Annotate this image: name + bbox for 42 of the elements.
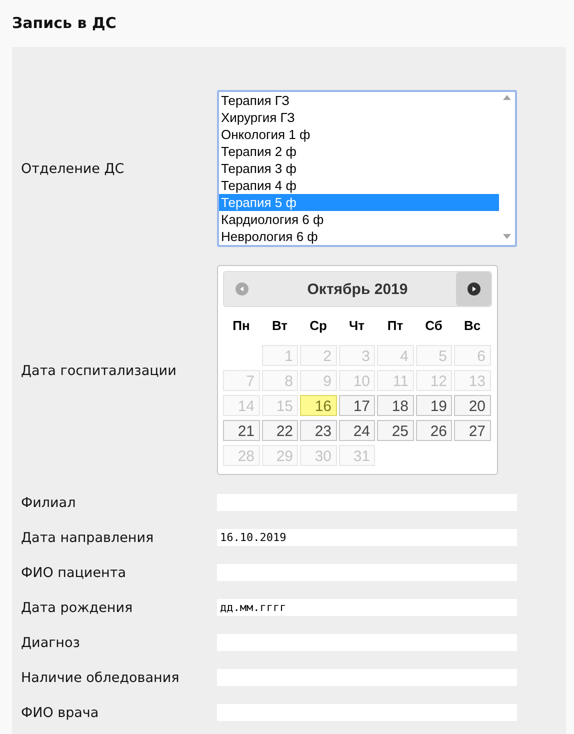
page-title: Запись в ДС [11, 13, 118, 34]
field-label: Дата госпитализации [21, 362, 178, 378]
list-option[interactable]: Терапия 3 ф [219, 160, 499, 177]
calendar-day[interactable]: 19 [416, 395, 452, 416]
field-label: Отделение ДС [21, 160, 126, 176]
list-option[interactable]: Онкология 1 ф [219, 126, 499, 143]
calendar-day[interactable]: 25 [377, 420, 414, 441]
weekday-label: Ср [308, 317, 328, 335]
list-option[interactable]: Терапия 4 ф [219, 177, 499, 194]
next-month-button[interactable] [456, 272, 491, 306]
calendar-day[interactable]: 23 [300, 420, 336, 441]
field-label: Филиал [21, 494, 77, 510]
calendar-day[interactable]: 26 [416, 420, 452, 441]
weekday-label: Пт [386, 317, 404, 335]
list-option[interactable]: Терапия 2 ф [219, 143, 499, 160]
field-label: Дата направления [21, 530, 155, 546]
field-label: Дата рождения [21, 600, 134, 616]
calendar-day[interactable]: 27 [454, 420, 490, 441]
weekday-label: Чт [348, 317, 366, 335]
weekday-label: Вс [462, 317, 482, 335]
field-label: Наличие обледования [21, 670, 180, 686]
calendar-day[interactable]: 21 [223, 420, 260, 441]
month-title: Октябрь 2019 [307, 280, 408, 298]
date-field[interactable]: дд.мм.гггг [217, 599, 517, 616]
date-field[interactable]: 16.10.2019 [217, 529, 517, 546]
field-label: Диагноз [21, 634, 81, 650]
list-option[interactable]: Неврология 6 ф [219, 228, 499, 245]
field-label: ФИО пациента [21, 564, 127, 580]
calendar-day[interactable]: 22 [262, 420, 298, 441]
calendar-day[interactable]: 24 [338, 420, 375, 441]
calendar-day[interactable]: 18 [377, 395, 414, 416]
field-label: ФИО врача [21, 704, 100, 720]
weekday-label: Сб [424, 317, 444, 335]
calendar-day[interactable]: 16 [300, 395, 336, 416]
calendar-day[interactable]: 17 [338, 395, 375, 416]
weekday-label: Вт [270, 317, 289, 335]
list-option[interactable]: Терапия ГЗ [219, 92, 499, 109]
list-option[interactable]: Хирургия ГЗ [219, 109, 499, 126]
weekday-label: Пн [232, 317, 251, 335]
calendar-day[interactable]: 20 [454, 395, 490, 416]
list-option[interactable]: Кардиология 6 ф [219, 211, 499, 228]
department-listbox[interactable]: Терапия ГЗ Хирургия ГЗ Онкология 1 ф Терапия 2 ф Терапия 3 ф Терапия 4 ф Терапия 5 ф Кардиология 6 ф Неврология 6 ф [217, 90, 517, 247]
